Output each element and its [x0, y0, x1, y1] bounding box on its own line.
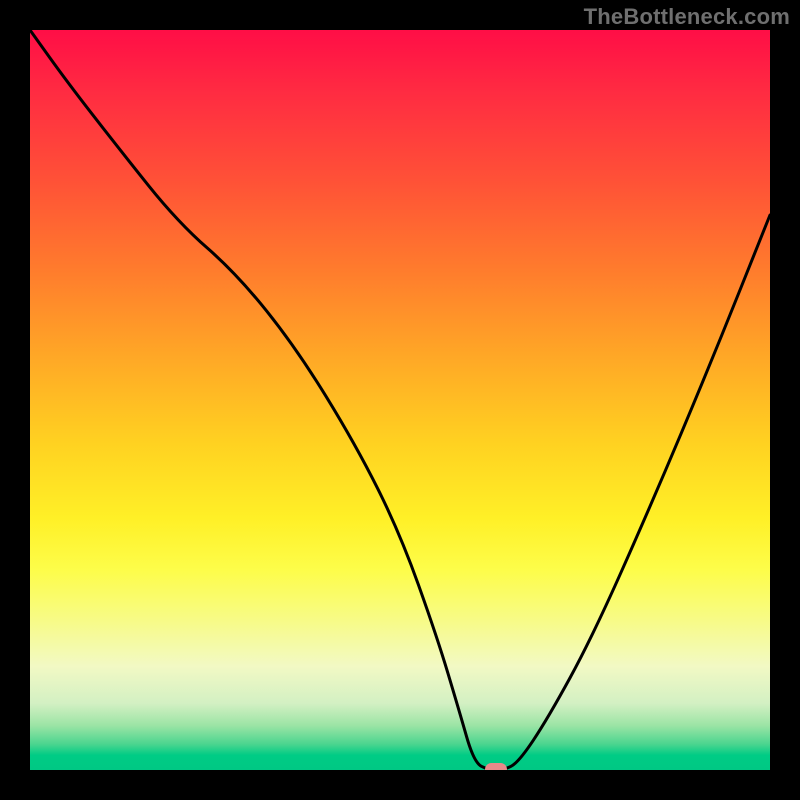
watermark-text: TheBottleneck.com — [584, 4, 790, 30]
bottleneck-curve — [30, 30, 770, 770]
plot-area — [30, 30, 770, 770]
trough-marker — [485, 763, 507, 770]
frame: TheBottleneck.com — [0, 0, 800, 800]
